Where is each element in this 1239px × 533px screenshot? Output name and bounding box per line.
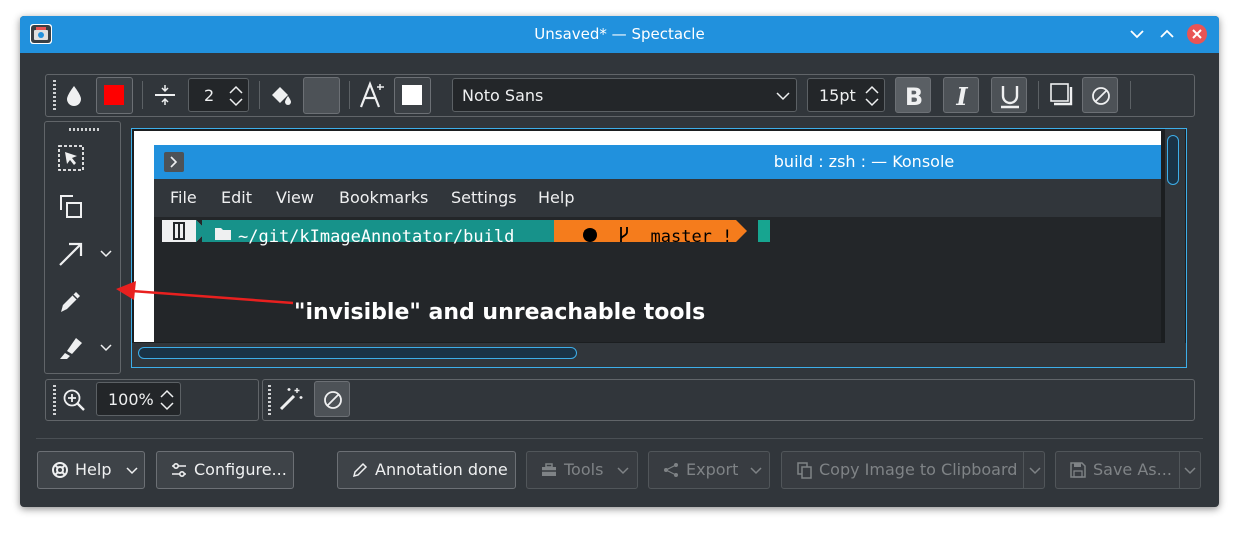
annotation-arrow [116, 281, 294, 305]
annotation-text: "invisible" and unreachable tools [294, 300, 706, 325]
